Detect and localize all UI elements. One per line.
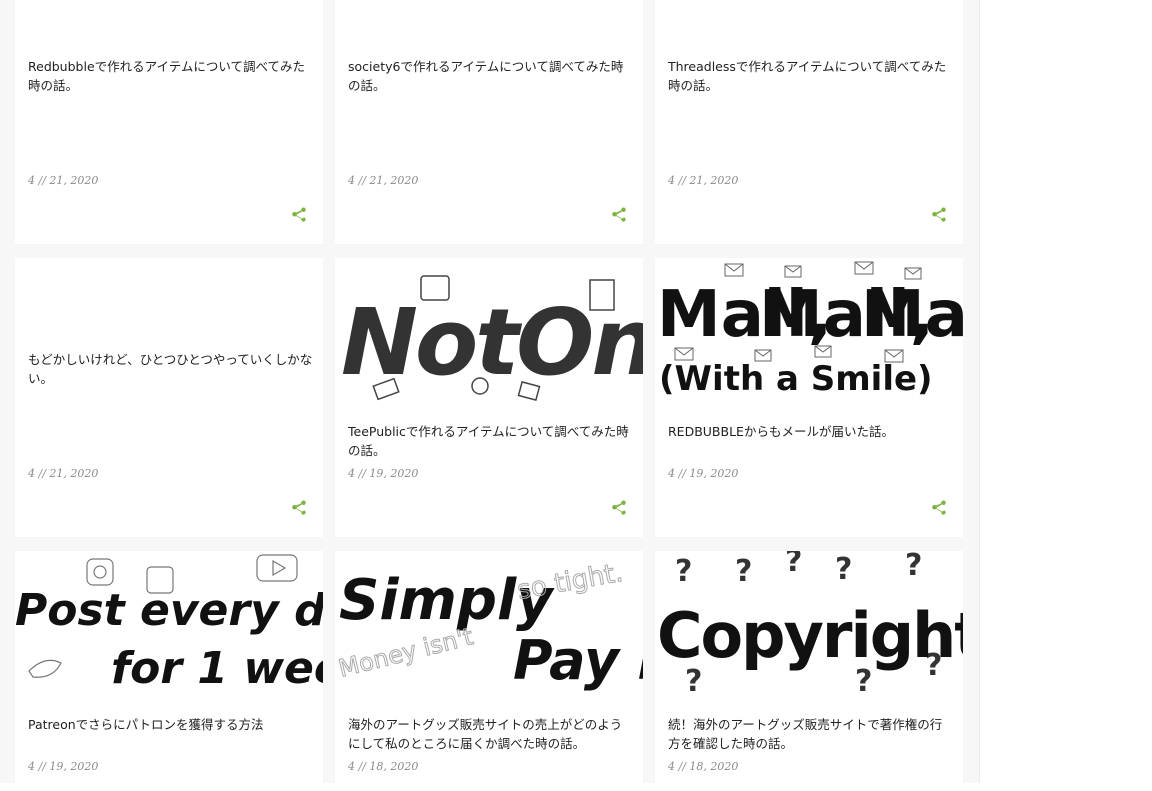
post-card[interactable]: Post every day for 1 week. Patreonでさらにパト… [15,551,323,791]
share-icon[interactable] [930,499,948,517]
post-card[interactable]: society6で作れるアイテムについて調べてみた時の話。 4 // 21, 2… [335,0,643,244]
thumbnail-text: Copyright [657,599,963,672]
post-date: 4 // 21, 2020 [28,467,99,480]
post-card[interactable]: Mail, Mail, Mail (With a Smile) REDBUBBL… [655,258,963,537]
share-icon[interactable] [930,206,948,224]
thumbnail-text: (With a Smile) [659,359,933,399]
svg-text:?: ? [835,552,852,587]
post-thumbnail[interactable]: ??? ??? ?? Copyright [655,551,963,698]
post-card[interactable]: Redbubbleで作れるアイテムについて調べてみた時の話。 4 // 21, … [15,0,323,244]
post-grid: Redbubbleで作れるアイテムについて調べてみた時の話。 4 // 21, … [15,0,964,791]
post-date: 4 // 21, 2020 [28,174,99,187]
post-thumbnail[interactable]: Mail, Mail, Mail (With a Smile) [655,258,963,405]
post-card[interactable]: もどかしいけれど、ひとつひとつやっていくしかない。 4 // 21, 2020 [15,258,323,537]
share-icon[interactable] [290,206,308,224]
post-card[interactable]: ??? ??? ?? Copyright 続！海外のアートグッズ販売サイトで著作… [655,551,963,791]
post-title[interactable]: もどかしいけれど、ひとつひとつやっていくしかない。 [28,350,314,388]
post-thumbnail[interactable]: Post every day for 1 week. [15,551,323,698]
share-icon[interactable] [610,206,628,224]
post-date: 4 // 19, 2020 [28,760,99,773]
thumbnail-text: NotOnlyT [341,289,643,396]
post-title[interactable]: 続！海外のアートグッズ販売サイトで著作権の行方を確認した時の話。 [668,715,954,753]
share-icon[interactable] [610,499,628,517]
svg-text:?: ? [735,554,752,589]
thumbnail-text: for 1 week. [111,643,323,694]
post-title[interactable]: society6で作れるアイテムについて調べてみた時の話。 [348,57,634,95]
post-title[interactable]: Threadlessで作れるアイテムについて調べてみた時の話。 [668,57,954,95]
post-title[interactable]: 海外のアートグッズ販売サイトの売上がどのようにして私のところに届くか調べた時の話… [348,715,634,753]
post-thumbnail[interactable]: Simply Money isn't so tight. Pay Pal [335,551,643,698]
post-date: 4 // 19, 2020 [348,467,419,480]
post-date: 4 // 19, 2020 [668,467,739,480]
post-title[interactable]: Patreonでさらにパトロンを獲得する方法 [28,715,314,734]
post-card[interactable]: Threadlessで作れるアイテムについて調べてみた時の話。 4 // 21,… [655,0,963,244]
thumbnail-text: Mail [861,278,963,352]
post-card[interactable]: NotOnlyT TeePublicで作れるアイテムについて調べてみた時の話。 … [335,258,643,537]
svg-text:?: ? [785,551,802,579]
post-date: 4 // 21, 2020 [348,174,419,187]
thumbnail-text: Pay Pal [513,629,643,692]
post-title[interactable]: TeePublicで作れるアイテムについて調べてみた時の話。 [348,422,634,460]
post-date: 4 // 21, 2020 [668,174,739,187]
share-icon[interactable] [290,499,308,517]
post-date: 4 // 18, 2020 [348,760,419,773]
post-title[interactable]: REDBUBBLEからもメールが届いた話。 [668,422,954,441]
thumbnail-text: Post every day [15,585,323,636]
svg-text:?: ? [905,551,922,583]
svg-text:?: ? [675,554,692,589]
post-date: 4 // 18, 2020 [668,760,739,773]
post-thumbnail[interactable]: NotOnlyT [335,258,643,405]
post-card[interactable]: Simply Money isn't so tight. Pay Pal 海外の… [335,551,643,791]
post-title[interactable]: Redbubbleで作れるアイテムについて調べてみた時の話。 [28,57,314,95]
